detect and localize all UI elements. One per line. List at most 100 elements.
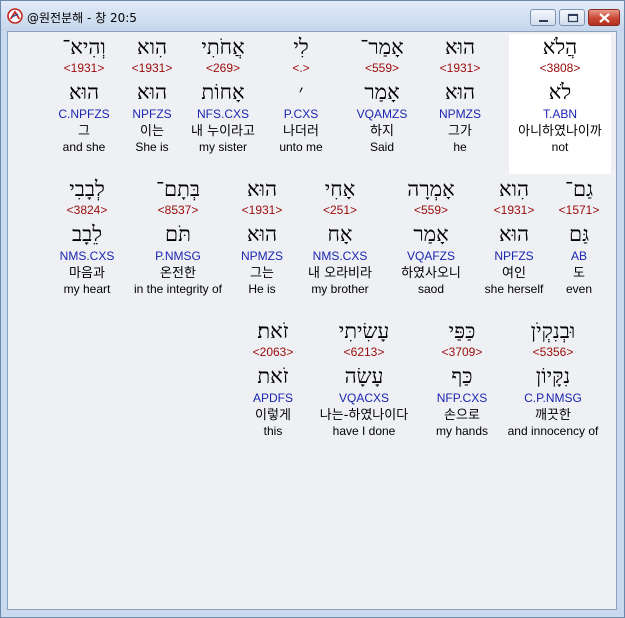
lemma-word: זֹאת xyxy=(257,364,289,388)
english-gloss: my heart xyxy=(63,282,111,296)
title-bar[interactable]: @원전분해 - 창 20:5 xyxy=(1,1,624,31)
word-cell[interactable]: אֲחֹתִי <269> אָחוֹת NFS.CXS 내 누이라고 my s… xyxy=(183,34,263,154)
english-gloss: my hands xyxy=(435,424,489,438)
korean-gloss: 마음과 xyxy=(69,266,105,281)
english-gloss: in the integrity of xyxy=(133,282,223,296)
korean-gloss: 도 xyxy=(573,266,585,281)
word-cell[interactable]: לְבָבִי <3824> לֵבָב NMS.CXS 마음과 my hear… xyxy=(48,176,126,296)
word-cell[interactable]: לִי <.> ׳ P.CXS 나더러 unto me xyxy=(261,34,341,154)
strong-number[interactable]: <3824> xyxy=(48,203,126,217)
english-gloss: not xyxy=(551,140,569,154)
minimize-button[interactable] xyxy=(530,9,556,26)
strong-number[interactable]: <8537> xyxy=(126,203,230,217)
word-cell[interactable]: כַּפַּי <3709> כַּף NFP.CXS 손으로 my hands xyxy=(422,318,502,438)
strong-number[interactable]: <559> xyxy=(391,203,471,217)
korean-gloss: 내 오라비라 xyxy=(308,266,372,281)
korean-gloss: 이렇게 xyxy=(255,408,291,423)
word-cell[interactable]: אָמַר־ <559> אָמַר VQAMZS 하지 Said xyxy=(342,34,422,154)
word-cell[interactable]: וְהִיא־ <1931> הוּא C.NPFZS 그 and she xyxy=(48,34,120,154)
strong-number[interactable]: <3808> xyxy=(509,61,611,75)
app-window: @원전분해 - 창 20:5 הֲלֹא <3808> לֹא T.ABN 아니… xyxy=(0,0,625,618)
morph-code: NFP.CXS xyxy=(436,391,488,405)
strong-number[interactable]: <269> xyxy=(183,61,263,75)
english-gloss: unto me xyxy=(279,140,323,154)
lemma-word: תֹּם xyxy=(165,222,191,246)
english-gloss: my sister xyxy=(199,140,247,154)
korean-gloss: 내 누이라고 xyxy=(191,124,255,139)
hebrew-word: הֲלֹא xyxy=(542,35,578,59)
window-title: @원전분해 - 창 20:5 xyxy=(27,11,137,25)
word-cell[interactable]: בְּתָם־ <8537> תֹּם P.NMSG 온전한 in the in… xyxy=(126,176,230,296)
korean-gloss: 그가 xyxy=(448,124,472,139)
lemma-word: אָח xyxy=(327,222,353,246)
hebrew-word: בְּתָם־ xyxy=(155,177,201,201)
word-cell[interactable]: הִוא <1931> הוּא NPFZS 이는 She is xyxy=(119,34,185,154)
lemma-word: הוּא xyxy=(136,80,168,104)
strong-number[interactable]: <1931> xyxy=(420,61,500,75)
strong-number[interactable]: <1931> xyxy=(119,61,185,75)
english-gloss: saod xyxy=(417,282,445,296)
english-gloss: She is xyxy=(135,140,169,154)
word-cell[interactable]: הוּא <1931> הוּא NPMZS 그는 He is xyxy=(222,176,302,296)
english-gloss: this xyxy=(263,424,283,438)
lemma-word: אָחוֹת xyxy=(201,80,245,104)
english-gloss: He is xyxy=(248,282,276,296)
lemma-word: נִקָּיוֹן xyxy=(535,364,571,388)
close-icon xyxy=(599,13,610,23)
hebrew-word: גַם־ xyxy=(564,177,594,201)
hebrew-word: אָמְרָה xyxy=(407,177,455,201)
morph-code: VQAFZS xyxy=(406,249,455,263)
strong-number[interactable]: <559> xyxy=(342,61,422,75)
word-cell[interactable]: זֹאת׃ <2063> זֹאת APDFS 이렇게 this xyxy=(241,318,305,438)
morph-code: C.P.NMSG xyxy=(524,391,582,405)
strong-number[interactable]: <251> xyxy=(300,203,380,217)
lemma-word: הוּא xyxy=(444,80,476,104)
hebrew-word: הוּא xyxy=(444,35,476,59)
korean-gloss: 깨끗한 xyxy=(535,408,571,423)
korean-gloss: 하였사오니 xyxy=(401,266,461,281)
strong-number[interactable]: <3709> xyxy=(422,345,502,359)
morph-code: NPMZS xyxy=(241,249,283,263)
lemma-word: הוּא xyxy=(246,222,278,246)
strong-number[interactable]: <5356> xyxy=(498,345,608,359)
strong-number[interactable]: <1931> xyxy=(222,203,302,217)
morph-code: VQACXS xyxy=(338,391,389,405)
strong-number[interactable]: <2063> xyxy=(241,345,305,359)
word-cell[interactable]: הִוא <1931> הוּא NPFZS 여인 she herself xyxy=(474,176,554,296)
strong-number[interactable]: <6213> xyxy=(306,345,422,359)
korean-gloss: 그 xyxy=(78,124,90,139)
korean-gloss: 여인 xyxy=(502,266,526,281)
lemma-word: הוּא xyxy=(498,222,530,246)
word-cell[interactable]: אָמְרָה <559> אָמַר VQAFZS 하였사오니 saod xyxy=(391,176,471,296)
strong-number[interactable]: <.> xyxy=(261,61,341,75)
morph-code: T.ABN xyxy=(542,107,577,121)
word-cell[interactable]: וּבְנִקְיֹן <5356> נִקָּיוֹן C.P.NMSG 깨끗… xyxy=(498,318,608,438)
korean-gloss: 이는 xyxy=(140,124,164,139)
hebrew-word: זֹאת׃ xyxy=(257,319,289,343)
close-button[interactable] xyxy=(588,9,620,26)
strong-number[interactable]: <1931> xyxy=(48,61,120,75)
lemma-word: עָשָׂה xyxy=(344,364,384,388)
morph-code: NPFZS xyxy=(494,249,534,263)
word-cell[interactable]: אָחִי <251> אָח NMS.CXS 내 오라비라 my brothe… xyxy=(300,176,380,296)
korean-gloss: 아니하였나이까 xyxy=(518,124,602,139)
strong-number[interactable]: <1931> xyxy=(474,203,554,217)
word-cell[interactable]: הֲלֹא <3808> לֹא T.ABN 아니하였나이까 not xyxy=(509,34,611,174)
hebrew-word: הוּא xyxy=(246,177,278,201)
word-cell[interactable]: גַם־ <1571> גַּם AB 도 even xyxy=(546,176,612,296)
morph-code: AB xyxy=(570,249,587,263)
interlinear-panel: הֲלֹא <3808> לֹא T.ABN 아니하였나이까 not הוּא … xyxy=(7,31,617,610)
strong-number[interactable]: <1571> xyxy=(546,203,612,217)
english-gloss: he xyxy=(453,140,467,154)
korean-gloss: 그는 xyxy=(250,266,274,281)
lemma-word: הוּא xyxy=(68,80,100,104)
word-cell[interactable]: עָשִׂיתִי <6213> עָשָׂה VQACXS 나는-하였나이다 … xyxy=(306,318,422,438)
hebrew-word: הִוא xyxy=(136,35,168,59)
morph-code: NMS.CXS xyxy=(312,249,368,263)
morph-code: NPFZS xyxy=(132,107,172,121)
word-cell[interactable]: הוּא <1931> הוּא NPMZS 그가 he xyxy=(420,34,500,154)
hebrew-word: אָחִי xyxy=(324,177,356,201)
korean-gloss: 온전한 xyxy=(160,266,196,281)
maximize-button[interactable] xyxy=(559,9,585,26)
lemma-word: אָמַר xyxy=(364,80,400,104)
